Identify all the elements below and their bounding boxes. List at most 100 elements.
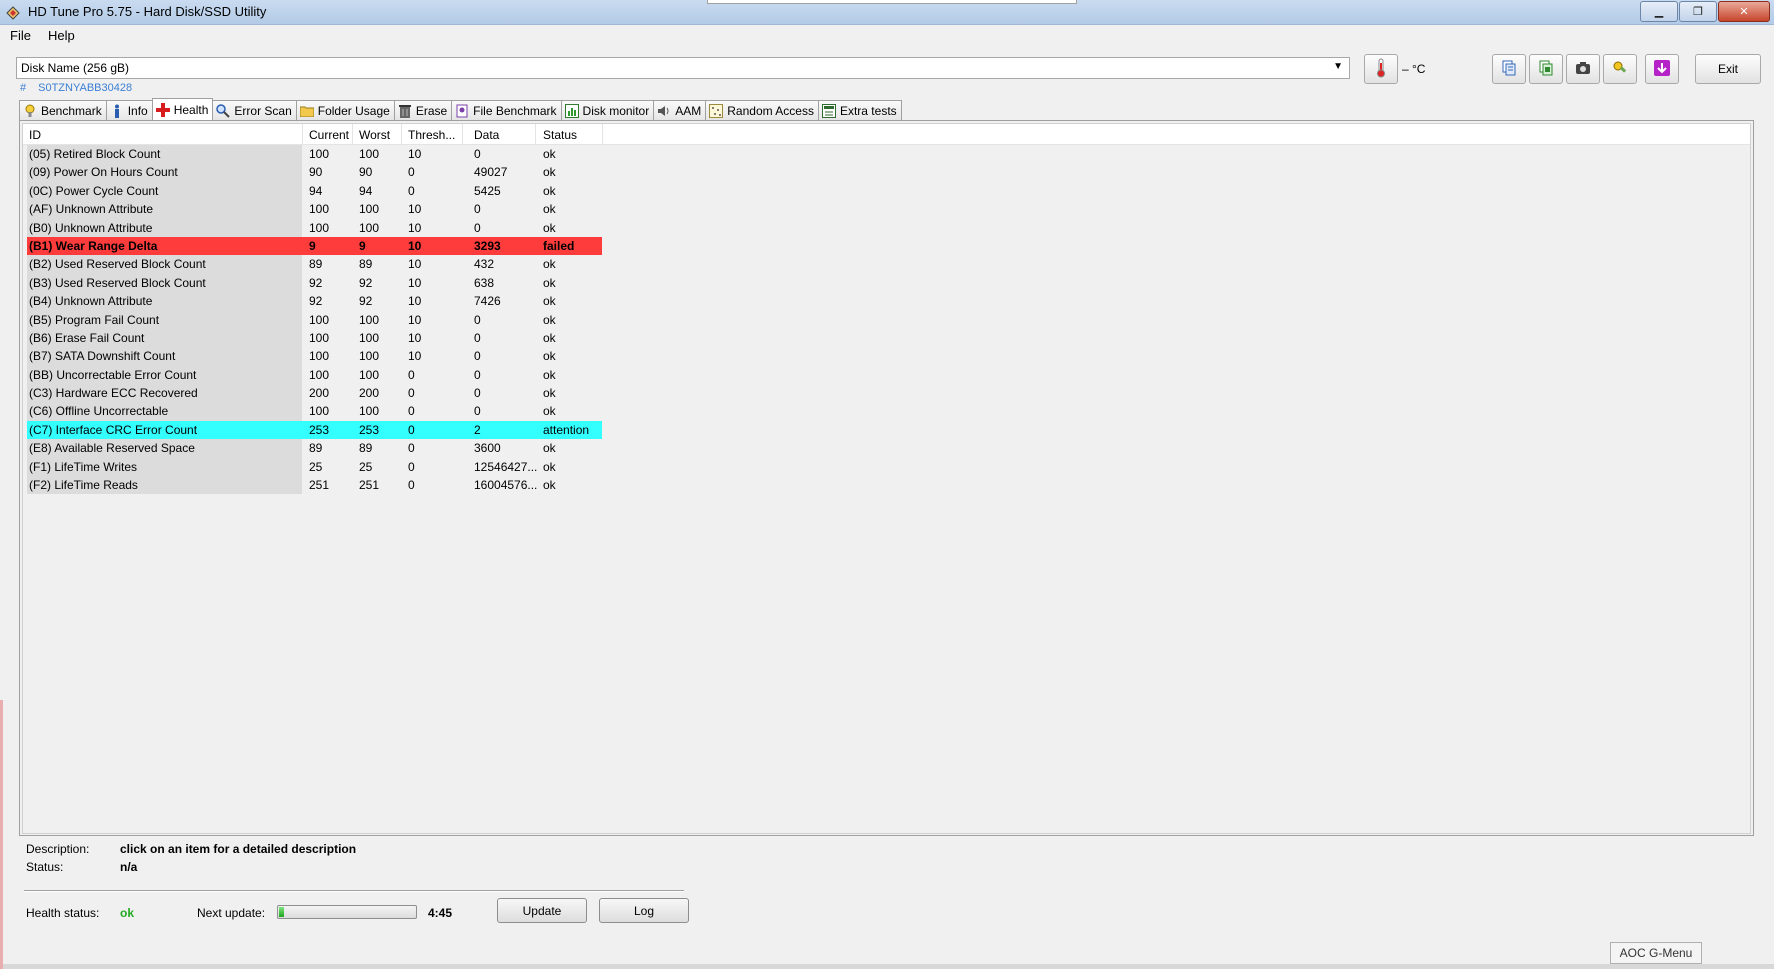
camera-icon [1575,61,1591,78]
cell-id: (B0) Unknown Attribute [29,220,153,235]
disk-select[interactable]: Disk Name (256 gB) ▼ [16,57,1350,79]
tab-file-benchmark[interactable]: File Benchmark [451,100,562,120]
table-row[interactable]: (B4) Unknown Attribute 92 92 10 7426 ok [27,292,602,311]
cell-current: 200 [309,386,330,401]
tab-disk-monitor[interactable]: Disk monitor [560,100,655,120]
close-button[interactable]: ✕ [1718,1,1770,22]
cell-status: ok [543,275,556,290]
health-cross-icon [155,102,170,117]
exit-button[interactable]: Exit [1695,54,1761,84]
table-row[interactable]: (C6) Offline Uncorrectable 100 100 0 0 ok [27,402,602,421]
tab-random-access[interactable]: Random Access [705,100,819,120]
table-row[interactable]: (C7) Interface CRC Error Count 253 253 0 2 at… [27,420,602,440]
table-row[interactable]: (B0) Unknown Attribute 100 100 10 0 ok [27,218,602,237]
table-row[interactable]: (AF) Unknown Attribute 100 100 10 0 ok [27,200,602,219]
header-id[interactable]: ID [29,128,41,142]
copy-text-button[interactable] [1492,54,1526,84]
table-row[interactable]: (B6) Erase Fail Count 100 100 10 0 ok [27,328,602,348]
log-button[interactable]: Log [599,898,689,923]
tab-error-scan[interactable]: Error Scan [212,100,297,120]
cell-current: 90 [309,165,323,180]
table-row[interactable]: (F2) LifeTime Reads 251 251 0 16004576... ok [27,476,602,495]
cell-id: (09) Power On Hours Count [29,165,178,180]
header-current[interactable]: Current [309,128,349,142]
tab-benchmark[interactable]: Benchmark [19,100,107,120]
minimize-button[interactable]: ▁ [1640,1,1678,22]
table-row[interactable]: (B7) SATA Downshift Count 100 100 10 0 ok [27,347,602,366]
header-divider [401,124,402,144]
table-row[interactable]: (BB) Uncorrectable Error Count 100 100 0 0 ok [27,365,602,385]
cell-current: 92 [309,275,323,290]
restore-icon: ❐ [1693,6,1703,18]
health-status-label: Health status: [26,906,100,920]
table-row[interactable]: (05) Retired Block Count 100 100 10 0 ok [27,145,602,164]
serial-number: # S0TZNYABB30428 [20,82,132,94]
menu-file[interactable]: File [10,28,31,43]
cell-id: (C7) Interface CRC Error Count [29,422,198,437]
temperature-button[interactable] [1364,54,1398,84]
update-button[interactable]: Update [497,898,587,923]
dropdown-arrow-icon[interactable]: ▼ [1333,61,1343,72]
cell-thresh: 0 [408,422,415,437]
header-thresh[interactable]: Thresh... [408,128,455,142]
cell-status: ok [543,220,556,235]
floating-input-strip[interactable] [707,0,1077,4]
cell-thresh: 0 [408,165,415,180]
cell-current: 100 [309,330,330,345]
status-value: n/a [120,860,138,874]
table-row[interactable]: (E8) Available Reserved Space 89 89 0 3600 ok [27,439,602,458]
tab-health[interactable]: Health [151,98,214,120]
cell-thresh: 10 [408,220,422,235]
cell-data: 0 [474,367,481,382]
cell-data: 16004576... [474,478,538,493]
menu-bar: File Help [0,25,1774,47]
cell-status: ok [543,349,556,364]
table-row[interactable]: (F1) LifeTime Writes 25 25 0 12546427... ok [27,457,602,477]
screenshot-button[interactable] [1566,54,1600,84]
options-button[interactable] [1603,54,1637,84]
cell-current: 92 [309,294,323,309]
cell-worst: 100 [359,147,380,161]
copy-screen-button[interactable] [1529,54,1563,84]
cell-id: (BB) Uncorrectable Error Count [29,367,197,382]
tab-label: AAM [675,103,702,118]
table-row[interactable]: (C3) Hardware ECC Recovered 200 200 0 0 ok [27,384,602,403]
tab-info[interactable]: Info [105,100,153,120]
cell-data: 0 [474,220,481,235]
restore-button[interactable]: ❐ [1679,1,1717,22]
header-worst[interactable]: Worst [359,128,390,142]
hdtune-app-icon [5,4,21,20]
cell-status: ok [543,330,556,345]
header-data[interactable]: Data [474,128,499,142]
erase-icon [398,104,412,118]
table-row[interactable]: (0C) Power Cycle Count 94 94 0 5425 ok [27,181,602,201]
cell-thresh: 10 [408,349,422,364]
cell-status: ok [543,386,556,401]
table-row[interactable]: (B5) Program Fail Count 100 100 10 0 ok [27,310,602,329]
desktop-edge [0,700,3,969]
tab-extra-tests[interactable]: Extra tests [817,100,902,120]
save-button[interactable] [1645,54,1679,84]
header-status[interactable]: Status [543,128,577,142]
cell-thresh: 0 [408,441,415,456]
speaker-icon [657,104,671,118]
menu-help[interactable]: Help [48,28,75,43]
smart-attribute-table[interactable]: ID Current Worst Thresh... Data Status (… [22,123,1751,834]
table-row[interactable]: (B2) Used Reserved Block Count 89 89 10 432 o… [27,255,602,274]
table-row[interactable]: (B3) Used Reserved Block Count 92 92 10 638 o… [27,273,602,293]
table-row[interactable]: (09) Power On Hours Count 90 90 0 49027 ok [27,163,602,182]
cell-status: ok [543,459,556,474]
cell-id: (C6) Offline Uncorrectable [29,404,169,419]
header-divider [462,124,463,144]
tab-folder-usage[interactable]: Folder Usage [295,100,395,120]
cell-data: 0 [474,330,481,345]
cell-current: 100 [309,349,330,364]
cell-id: (F1) LifeTime Writes [29,459,138,474]
table-row[interactable]: (B1) Wear Range Delta 9 9 10 3293 failed [27,236,602,256]
aoc-gmenu-button[interactable]: AOC G-Menu [1610,942,1702,964]
cell-thresh: 10 [408,257,422,272]
cell-worst: 200 [359,386,380,401]
tab-erase[interactable]: Erase [393,100,453,120]
cell-current: 25 [309,459,323,474]
tab-aam[interactable]: AAM [653,100,707,120]
